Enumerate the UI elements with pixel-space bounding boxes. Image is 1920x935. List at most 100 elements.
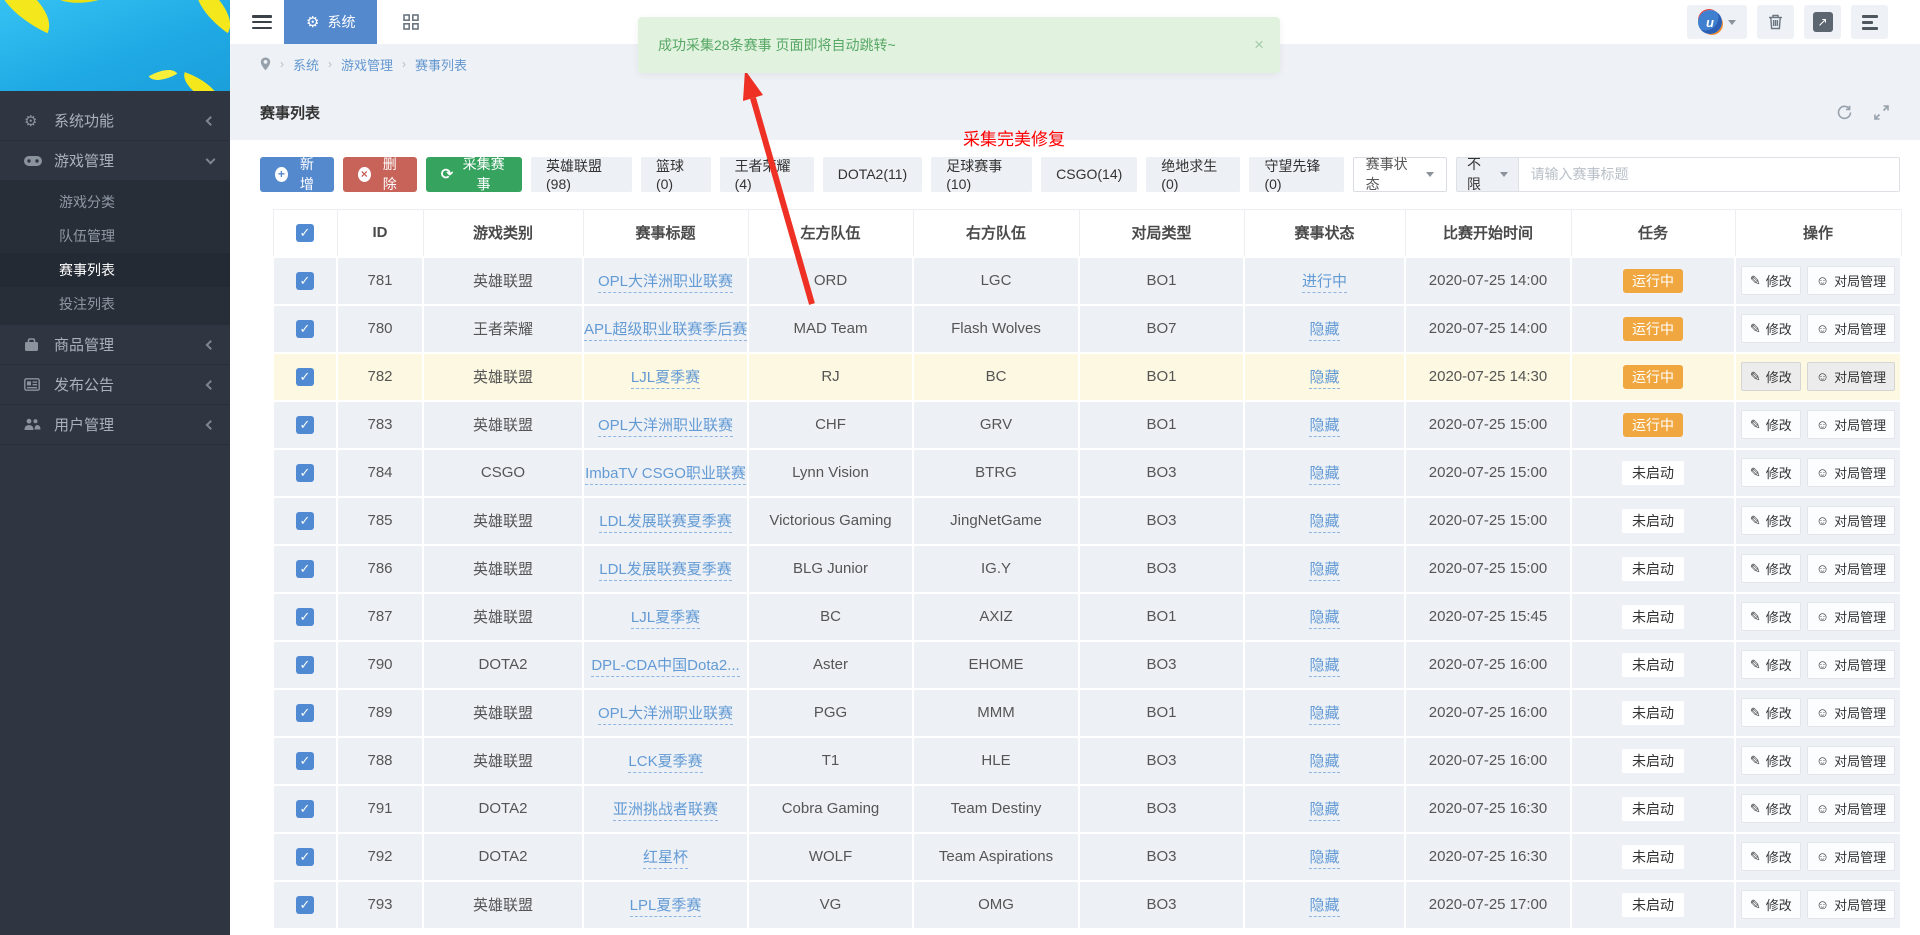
match-manage-button[interactable]: 对局管理 bbox=[1806, 841, 1896, 871]
edit-button[interactable]: 修改 bbox=[1740, 410, 1801, 440]
filter-chip-csgo[interactable]: CSGO(14) bbox=[1041, 156, 1138, 192]
match-manage-button[interactable]: 对局管理 bbox=[1806, 697, 1896, 727]
collect-events-button[interactable]: ⟳ 采集赛事 bbox=[425, 156, 523, 192]
sidebar-item-team-management[interactable]: 队伍管理 bbox=[0, 219, 230, 253]
filter-chip-kog[interactable]: 王者荣耀(4) bbox=[719, 156, 814, 192]
edit-button[interactable]: 修改 bbox=[1740, 314, 1801, 344]
sidebar-item-bet-list[interactable]: 投注列表 bbox=[0, 287, 230, 321]
event-title-link[interactable]: LDL发展联赛夏季赛 bbox=[599, 561, 732, 581]
fullscreen-launch-button[interactable]: ↗ bbox=[1804, 5, 1841, 39]
row-checkbox[interactable] bbox=[296, 703, 314, 722]
match-manage-button[interactable]: 对局管理 bbox=[1806, 313, 1896, 343]
sidebar-item-game-category[interactable]: 游戏分类 bbox=[0, 185, 230, 219]
tab-system[interactable]: ⚙ 系统 bbox=[284, 0, 378, 44]
match-manage-button[interactable]: 对局管理 bbox=[1806, 361, 1896, 391]
event-title-link[interactable]: OPL大洋洲职业联赛 bbox=[597, 417, 733, 437]
row-checkbox[interactable] bbox=[296, 847, 314, 866]
status-link[interactable]: 进行中 bbox=[1301, 273, 1347, 293]
event-title-link[interactable]: ImbaTV CSGO职业联赛 bbox=[585, 465, 746, 485]
edit-button[interactable]: 修改 bbox=[1740, 602, 1801, 632]
match-manage-button[interactable]: 对局管理 bbox=[1806, 505, 1896, 535]
edit-button[interactable]: 修改 bbox=[1740, 794, 1801, 824]
status-link[interactable]: 隐藏 bbox=[1309, 849, 1340, 869]
edit-button[interactable]: 修改 bbox=[1740, 362, 1801, 392]
row-checkbox[interactable] bbox=[296, 799, 314, 818]
filter-chip-basketball[interactable]: 篮球(0) bbox=[640, 156, 711, 192]
filter-chip-overwatch[interactable]: 守望先锋(0) bbox=[1249, 156, 1344, 192]
match-manage-button[interactable]: 对局管理 bbox=[1806, 601, 1896, 631]
sidebar-item-user-management[interactable]: 用户管理 bbox=[0, 405, 230, 445]
status-link[interactable]: 隐藏 bbox=[1309, 465, 1340, 485]
apps-grid-icon[interactable] bbox=[403, 14, 420, 30]
filter-chip-pubg[interactable]: 绝地求生(0) bbox=[1146, 156, 1241, 192]
status-link[interactable]: 隐藏 bbox=[1309, 657, 1340, 677]
edit-button[interactable]: 修改 bbox=[1740, 650, 1801, 680]
trash-button[interactable] bbox=[1757, 5, 1794, 39]
row-checkbox[interactable] bbox=[296, 319, 314, 338]
sidebar-item-publish-announcement[interactable]: 发布公告 bbox=[0, 365, 230, 405]
select-all-checkbox[interactable] bbox=[296, 223, 314, 242]
delete-button[interactable]: × 删除 bbox=[342, 156, 417, 192]
hamburger-icon[interactable] bbox=[252, 15, 272, 29]
status-link[interactable]: 隐藏 bbox=[1309, 801, 1340, 821]
row-checkbox[interactable] bbox=[296, 895, 314, 914]
filter-chip-dota2[interactable]: DOTA2(11) bbox=[822, 156, 923, 192]
breadcrumb-link-game-management[interactable]: 游戏管理 bbox=[341, 55, 393, 74]
row-checkbox[interactable] bbox=[296, 463, 314, 482]
event-title-link[interactable]: APL超级职业联赛季后赛 bbox=[585, 321, 746, 341]
filter-chip-lol[interactable]: 英雄联盟(98) bbox=[531, 156, 632, 192]
event-title-link[interactable]: 红星杯 bbox=[642, 849, 688, 869]
event-title-link[interactable]: LCK夏季赛 bbox=[628, 753, 703, 773]
edit-button[interactable]: 修改 bbox=[1740, 842, 1801, 872]
edit-button[interactable]: 修改 bbox=[1740, 554, 1801, 584]
edit-button[interactable]: 修改 bbox=[1740, 458, 1801, 488]
row-checkbox[interactable] bbox=[296, 415, 314, 434]
status-link[interactable]: 隐藏 bbox=[1309, 705, 1340, 725]
edit-button[interactable]: 修改 bbox=[1740, 746, 1801, 776]
log-list-button[interactable] bbox=[1851, 5, 1888, 39]
status-link[interactable]: 隐藏 bbox=[1309, 513, 1340, 533]
status-link[interactable]: 隐藏 bbox=[1309, 897, 1340, 917]
event-title-link[interactable]: LPL夏季赛 bbox=[629, 897, 702, 917]
scope-select[interactable]: 不限 bbox=[1456, 156, 1518, 192]
row-checkbox[interactable] bbox=[296, 607, 314, 626]
edit-button[interactable]: 修改 bbox=[1740, 506, 1801, 536]
status-link[interactable]: 隐藏 bbox=[1309, 321, 1340, 341]
match-manage-button[interactable]: 对局管理 bbox=[1806, 409, 1896, 439]
event-title-link[interactable]: LDL发展联赛夏季赛 bbox=[599, 513, 732, 533]
row-checkbox[interactable] bbox=[296, 655, 314, 674]
row-checkbox[interactable] bbox=[296, 751, 314, 770]
match-manage-button[interactable]: 对局管理 bbox=[1806, 745, 1896, 775]
match-manage-button[interactable]: 对局管理 bbox=[1806, 553, 1896, 583]
event-title-link[interactable]: DPL-CDA中国Dota2... bbox=[591, 657, 740, 677]
match-manage-button[interactable]: 对局管理 bbox=[1806, 793, 1896, 823]
sidebar-item-event-list[interactable]: 赛事列表 bbox=[0, 253, 230, 287]
status-link[interactable]: 隐藏 bbox=[1309, 561, 1340, 581]
sidebar-item-product-management[interactable]: 商品管理 bbox=[0, 325, 230, 365]
status-link[interactable]: 隐藏 bbox=[1309, 753, 1340, 773]
sidebar-item-game-management[interactable]: 游戏管理 bbox=[0, 141, 230, 181]
status-link[interactable]: 隐藏 bbox=[1309, 369, 1340, 389]
row-checkbox[interactable] bbox=[296, 367, 314, 386]
breadcrumb-link-system[interactable]: 系统 bbox=[293, 55, 319, 74]
edit-button[interactable]: 修改 bbox=[1740, 890, 1801, 920]
match-manage-button[interactable]: 对局管理 bbox=[1806, 265, 1896, 295]
edit-button[interactable]: 修改 bbox=[1740, 266, 1801, 296]
row-checkbox[interactable] bbox=[296, 559, 314, 578]
event-title-link[interactable]: LJL夏季赛 bbox=[630, 369, 701, 389]
status-link[interactable]: 隐藏 bbox=[1309, 609, 1340, 629]
status-link[interactable]: 隐藏 bbox=[1309, 417, 1340, 437]
match-manage-button[interactable]: 对局管理 bbox=[1806, 457, 1896, 487]
close-icon[interactable]: × bbox=[1254, 35, 1264, 55]
event-title-link[interactable]: OPL大洋洲职业联赛 bbox=[597, 705, 733, 725]
row-checkbox[interactable] bbox=[296, 271, 314, 290]
filter-chip-football[interactable]: 足球赛事(10) bbox=[931, 156, 1033, 192]
row-checkbox[interactable] bbox=[296, 511, 314, 530]
refresh-icon[interactable] bbox=[1836, 104, 1853, 121]
match-manage-button[interactable]: 对局管理 bbox=[1806, 649, 1896, 679]
event-title-link[interactable]: OPL大洋洲职业联赛 bbox=[597, 273, 733, 293]
event-status-select[interactable]: 赛事状态 bbox=[1352, 156, 1447, 192]
search-input[interactable] bbox=[1517, 156, 1900, 192]
event-title-link[interactable]: 亚洲挑战者联赛 bbox=[612, 801, 718, 821]
match-manage-button[interactable]: 对局管理 bbox=[1806, 889, 1896, 919]
